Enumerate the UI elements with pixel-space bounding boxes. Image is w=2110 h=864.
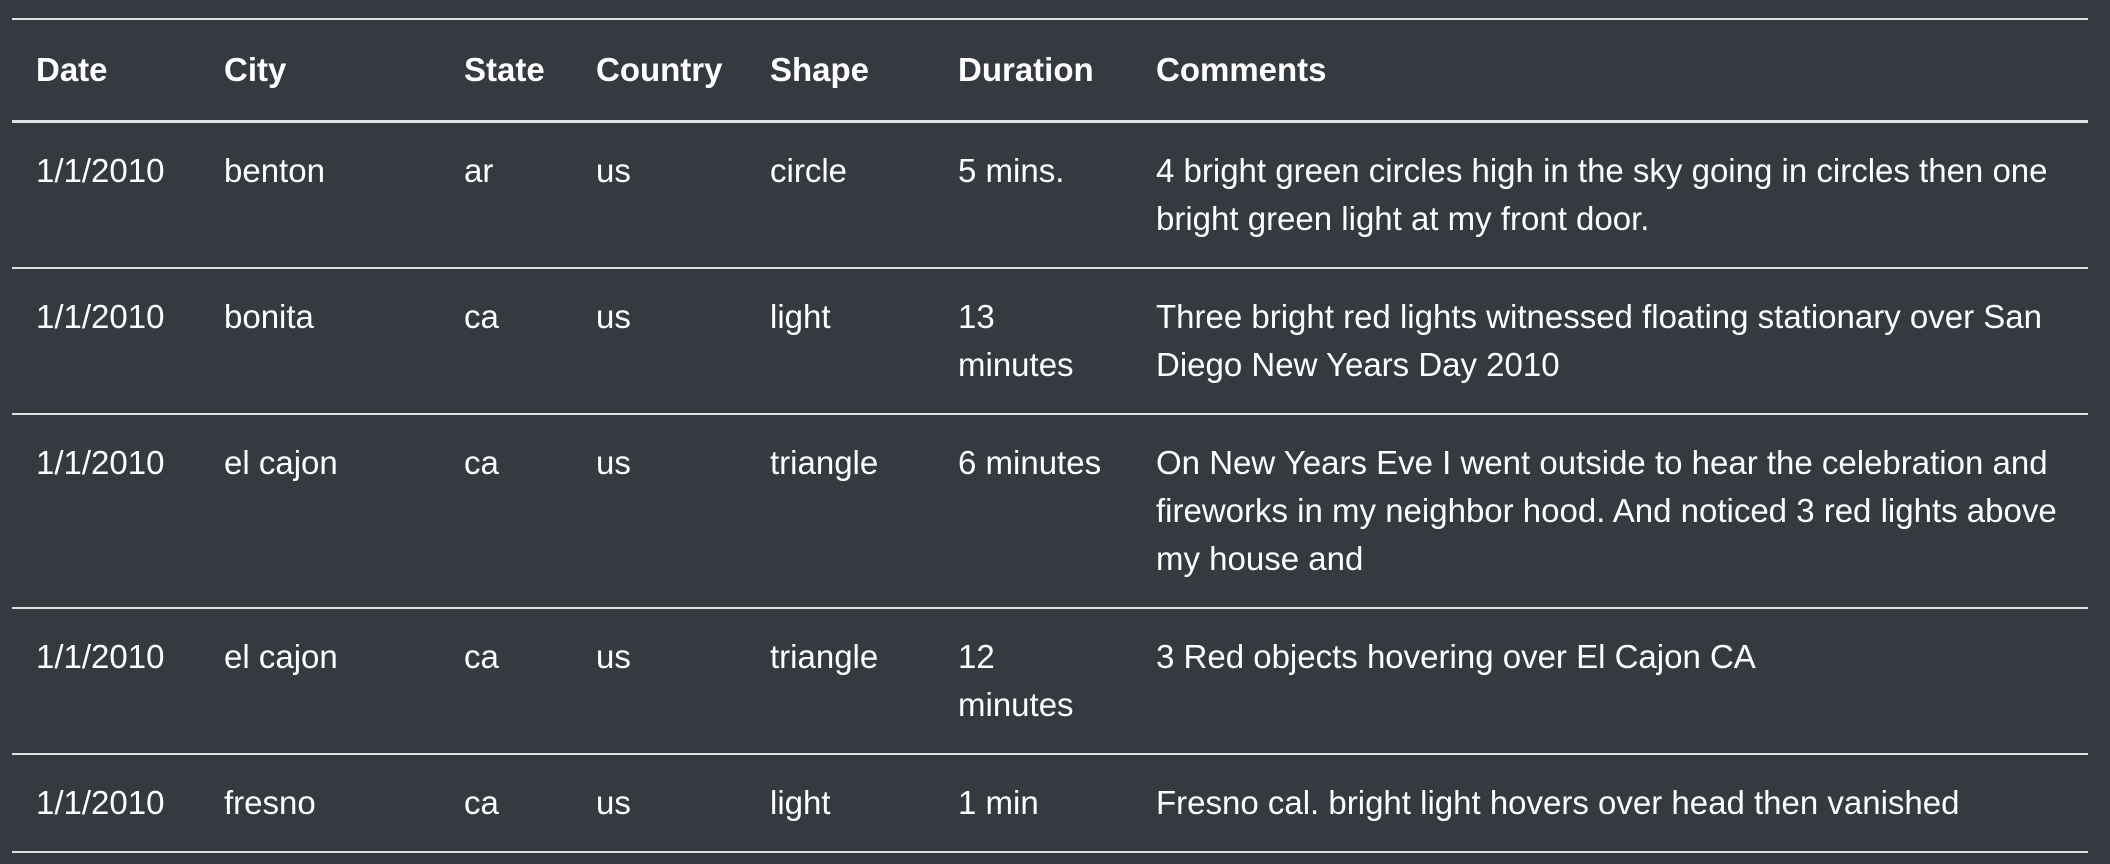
ufo-sightings-table-container: Date City State Country Shape Duration C… (12, 18, 2088, 853)
cell-state: ar (464, 152, 494, 189)
cell-country: us (596, 152, 631, 189)
cell-duration: 1 min (958, 784, 1039, 821)
cell-duration: 6 minutes (958, 444, 1102, 481)
column-header-comments: Comments (1156, 51, 1327, 88)
cell-country: us (596, 298, 631, 335)
cell-state: ca (464, 638, 499, 675)
cell-state: ca (464, 298, 499, 335)
cell-comments: 4 bright green circles high in the sky g… (1156, 152, 2048, 237)
column-header-duration: Duration (958, 51, 1094, 88)
table-row: 1/1/2010 el cajon ca us triangle 6 minut… (12, 414, 2088, 608)
cell-country: us (596, 444, 631, 481)
cell-date: 1/1/2010 (36, 298, 165, 335)
cell-city: fresno (224, 784, 316, 821)
cell-city: el cajon (224, 444, 338, 481)
column-header-shape: Shape (770, 51, 870, 88)
column-header-state: State (464, 51, 545, 88)
cell-city: benton (224, 152, 325, 189)
cell-duration: 13 minutes (958, 298, 1074, 383)
cell-country: us (596, 638, 631, 675)
table-row: 1/1/2010 fresno ca us light 1 min Fresno… (12, 754, 2088, 852)
table-header: Date City State Country Shape Duration C… (12, 19, 2088, 122)
cell-date: 1/1/2010 (36, 638, 165, 675)
cell-shape: light (770, 784, 831, 821)
column-header-country: Country (596, 51, 723, 88)
cell-country: us (596, 784, 631, 821)
column-header-date: Date (36, 51, 108, 88)
cell-state: ca (464, 444, 499, 481)
cell-date: 1/1/2010 (36, 444, 165, 481)
cell-city: bonita (224, 298, 314, 335)
header-row: Date City State Country Shape Duration C… (12, 19, 2088, 122)
cell-comments: Fresno cal. bright light hovers over hea… (1156, 784, 1960, 821)
column-header-city: City (224, 51, 287, 88)
cell-comments: On New Years Eve I went outside to hear … (1156, 444, 2057, 577)
cell-comments: Three bright red lights witnessed floati… (1156, 298, 2042, 383)
ufo-sightings-table: Date City State Country Shape Duration C… (12, 18, 2088, 853)
cell-date: 1/1/2010 (36, 152, 165, 189)
cell-shape: light (770, 298, 831, 335)
cell-shape: circle (770, 152, 848, 189)
cell-duration: 12 minutes (958, 638, 1074, 723)
cell-state: ca (464, 784, 499, 821)
cell-shape: triangle (770, 638, 879, 675)
cell-city: el cajon (224, 638, 338, 675)
table-row: 1/1/2010 benton ar us circle 5 mins. 4 b… (12, 122, 2088, 268)
cell-shape: triangle (770, 444, 879, 481)
cell-date: 1/1/2010 (36, 784, 165, 821)
cell-duration: 5 mins. (958, 152, 1065, 189)
table-body: 1/1/2010 benton ar us circle 5 mins. 4 b… (12, 122, 2088, 852)
table-row: 1/1/2010 el cajon ca us triangle 12 minu… (12, 608, 2088, 754)
cell-comments: 3 Red objects hovering over El Cajon CA (1156, 638, 1756, 675)
table-row: 1/1/2010 bonita ca us light 13 minutes T… (12, 268, 2088, 414)
